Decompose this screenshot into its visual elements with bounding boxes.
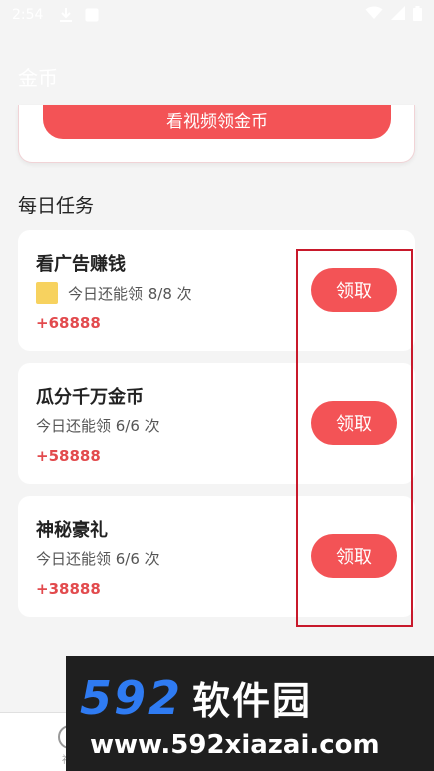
- task-remaining-text: 今日还能领 6/6 次: [36, 417, 160, 435]
- status-bar: 2:54: [0, 0, 434, 30]
- task-remaining: 今日还能领 6/6 次: [36, 548, 160, 569]
- task-name: 神秘豪礼: [36, 520, 108, 541]
- app-a-icon: [85, 8, 99, 22]
- watermark-name: 软件园: [192, 679, 313, 723]
- download-icon: [59, 7, 73, 23]
- task-remaining: 今日还能领 8/8 次: [36, 282, 192, 304]
- task-reward: +58888: [36, 447, 101, 465]
- highlight-box: [296, 249, 413, 627]
- task-reward: +38888: [36, 580, 101, 598]
- watermark-url: www.592xiazai.com: [90, 730, 380, 760]
- task-remaining-text: 今日还能领 8/8 次: [68, 284, 192, 303]
- status-right-icons: [365, 5, 422, 25]
- watermark-digits: 592: [80, 670, 183, 725]
- task-remaining: 今日还能领 6/6 次: [36, 415, 160, 436]
- watermark-logo: 592 软件园: [80, 670, 312, 725]
- task-name: 看广告赚钱: [36, 254, 126, 275]
- watch-video-button[interactable]: 看视频领金币: [43, 105, 391, 139]
- task-reward: +68888: [36, 314, 101, 332]
- page-title: 金币: [18, 66, 58, 90]
- status-time: 2:54: [12, 7, 44, 23]
- daily-tasks-title: 每日任务: [18, 195, 95, 217]
- wifi-icon: [365, 6, 383, 24]
- watermark: 592 软件园 www.592xiazai.com: [66, 656, 434, 771]
- task-remaining-text: 今日还能领 6/6 次: [36, 550, 160, 568]
- battery-icon: [413, 5, 422, 25]
- task-name: 瓜分千万金币: [36, 387, 144, 408]
- watch-video-card: 看视频领金币: [18, 105, 415, 163]
- signal-icon: [391, 6, 405, 24]
- coin-icon: [36, 282, 58, 304]
